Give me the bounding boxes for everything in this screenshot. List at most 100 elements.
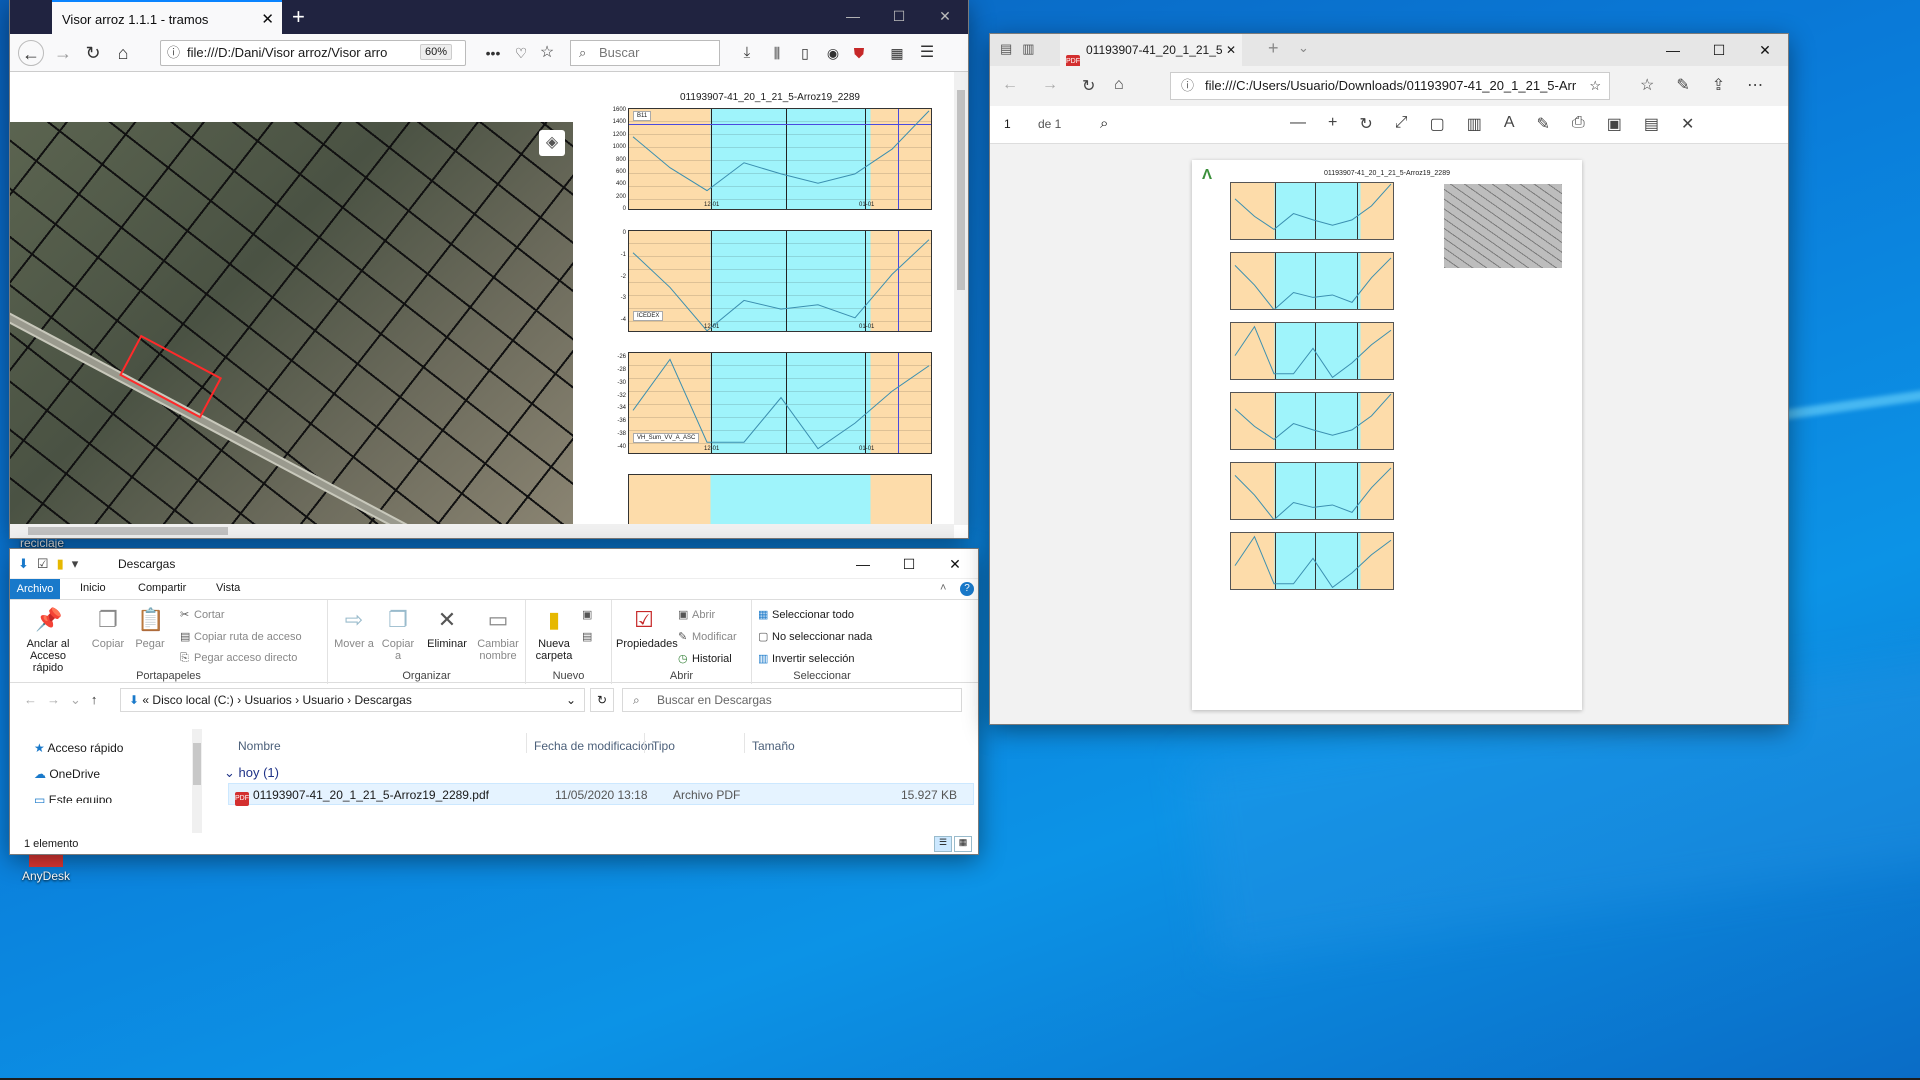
favorite-star-icon[interactable]: ☆: [1589, 73, 1601, 99]
nav-item-onedrive[interactable]: ☁ OneDrive: [34, 767, 100, 781]
history-button[interactable]: ◷ Historial: [678, 652, 732, 665]
close-icon[interactable]: ✕: [1742, 34, 1788, 66]
scroll-thumb[interactable]: [193, 743, 201, 785]
print-icon[interactable]: ⎙: [1572, 114, 1585, 134]
read-aloud-icon[interactable]: A: [1504, 114, 1515, 134]
new-tab-icon[interactable]: +: [292, 4, 305, 30]
paste-shortcut-button[interactable]: ⎘ Pegar acceso directo: [180, 652, 297, 665]
delete-button[interactable]: ✕ Eliminar: [424, 606, 470, 650]
pen-icon[interactable]: ✎: [1676, 75, 1689, 95]
vertical-scrollbar[interactable]: [954, 72, 968, 525]
nav-scrollbar[interactable]: [192, 729, 202, 833]
new-tab-icon[interactable]: +: [1268, 38, 1279, 59]
details-view-icon[interactable]: ☰: [934, 836, 952, 852]
select-all-button[interactable]: ▦ Seleccionar todo: [758, 608, 854, 621]
home-icon[interactable]: ⌂: [1114, 76, 1124, 94]
nav-arrows[interactable]: ←→⌄↑: [24, 692, 107, 708]
share-icon[interactable]: ⇪: [1712, 75, 1725, 95]
cut-button[interactable]: ✂ Cortar: [180, 608, 225, 621]
paste-button[interactable]: 📋 Pegar: [132, 606, 168, 650]
copy-to-button[interactable]: ❐ Copiar a: [378, 606, 418, 662]
column-header-tipo[interactable]: Tipo: [652, 739, 675, 753]
sidebar-icon[interactable]: ▯: [792, 40, 818, 66]
back-icon[interactable]: ←: [18, 40, 44, 66]
move-to-button[interactable]: ⇨ Mover a: [334, 606, 374, 650]
zoom-in-icon[interactable]: +: [1328, 114, 1337, 134]
pocket-icon[interactable]: ♡: [508, 40, 534, 66]
more-icon[interactable]: ⋯: [1747, 75, 1763, 95]
zoom-indicator[interactable]: 60%: [420, 44, 453, 60]
edge-tab[interactable]: PDF 01193907-41_20_1_21_5 ✕: [1060, 34, 1242, 69]
back-icon[interactable]: ←: [1002, 76, 1018, 94]
maximize-icon[interactable]: ☐: [886, 549, 932, 579]
open-button[interactable]: ▣ Abrir: [678, 608, 715, 621]
rotate-icon[interactable]: ↻: [1359, 114, 1372, 134]
tab-inicio[interactable]: Inicio: [80, 582, 106, 594]
zoom-out-icon[interactable]: —: [1290, 114, 1306, 134]
up-icon[interactable]: ↑: [91, 692, 108, 707]
breadcrumb-item[interactable]: Descargas: [355, 693, 412, 707]
scroll-thumb[interactable]: [957, 90, 965, 290]
home-icon[interactable]: ⌂: [110, 40, 136, 66]
close-tab-icon[interactable]: ✕: [1226, 34, 1236, 66]
pin-toolbar-icon[interactable]: ✕: [1681, 114, 1694, 134]
reload-icon[interactable]: ↻: [80, 40, 106, 66]
chevron-down-icon[interactable]: ⌄: [1298, 40, 1309, 56]
rename-button[interactable]: ▭ Cambiar nombre: [474, 606, 522, 662]
large-icons-view-icon[interactable]: ▦: [954, 836, 972, 852]
bookmark-star-icon[interactable]: ☆: [534, 40, 560, 66]
find-icon[interactable]: ⌕: [1100, 115, 1108, 132]
breadcrumb-item[interactable]: Usuarios: [244, 693, 291, 707]
nav-item-este-equipo[interactable]: ▭ Este equipo: [34, 793, 112, 803]
breadcrumb-item[interactable]: Usuario: [302, 693, 343, 707]
new-item-icon[interactable]: ▣: [582, 608, 592, 621]
more-actions-icon[interactable]: •••: [480, 40, 506, 66]
copy-path-button[interactable]: ▤ Copiar ruta de acceso: [180, 630, 302, 643]
account-icon[interactable]: ◉: [820, 40, 846, 66]
column-header-tamano[interactable]: Tamaño: [752, 739, 795, 753]
extensions-icon[interactable]: ▦: [884, 40, 910, 66]
select-none-button[interactable]: ▢ No seleccionar nada: [758, 630, 872, 643]
scroll-thumb[interactable]: [28, 527, 228, 535]
horizontal-scrollbar[interactable]: [10, 524, 954, 538]
save-icon[interactable]: ▣: [1607, 114, 1622, 134]
menu-icon[interactable]: ☰: [914, 40, 940, 66]
column-header-fecha[interactable]: Fecha de modificación: [534, 739, 654, 753]
forward-icon[interactable]: →: [50, 40, 76, 66]
minimize-icon[interactable]: —: [1650, 34, 1696, 66]
maximize-icon[interactable]: ☐: [876, 0, 922, 32]
help-icon[interactable]: ?: [960, 582, 974, 596]
maximize-icon[interactable]: ☐: [1696, 34, 1742, 66]
forward-icon[interactable]: →: [1042, 76, 1058, 94]
search-input[interactable]: ⌕ Buscar en Descargas: [622, 688, 962, 712]
chevron-down-icon[interactable]: ▾: [72, 556, 79, 572]
search-input[interactable]: ⌕ Buscar: [570, 40, 720, 66]
favorites-icon[interactable]: ☆: [1640, 75, 1654, 95]
fit-page-icon[interactable]: ⤢: [1395, 114, 1408, 134]
tab-archivo[interactable]: Archivo: [10, 579, 60, 599]
refresh-icon[interactable]: ↻: [590, 688, 614, 712]
column-header-nombre[interactable]: Nombre: [238, 739, 281, 753]
desktop-icon-reciclaje[interactable]: reciclaje: [20, 536, 64, 550]
download-folder-icon[interactable]: ⬇: [18, 556, 29, 572]
chevron-down-icon[interactable]: ⌄: [566, 689, 576, 711]
url-bar[interactable]: ⓘ file:///C:/Users/Usuario/Downloads/011…: [1170, 72, 1610, 100]
library-icon[interactable]: ⫼: [764, 40, 790, 66]
tab-actions-icons[interactable]: ▤▥: [1000, 41, 1045, 57]
new-folder-icon[interactable]: ▮: [57, 556, 64, 572]
download-icon[interactable]: ⤓: [734, 40, 760, 66]
collapse-ribbon-icon[interactable]: ˄: [940, 582, 946, 594]
minimize-icon[interactable]: —: [830, 0, 876, 32]
page-number-input[interactable]: 1: [1004, 117, 1011, 131]
info-icon[interactable]: ⓘ: [1181, 73, 1194, 99]
tab-vista[interactable]: Vista: [216, 582, 240, 594]
full-screen-icon[interactable]: ▢: [1430, 114, 1445, 134]
firefox-tab[interactable]: Visor arroz 1.1.1 - tramos ✕: [52, 0, 282, 34]
properties-button[interactable]: ☑ Propiedades: [616, 606, 678, 650]
breadcrumb[interactable]: ⬇ « Disco local (C:) › Usuarios › Usuari…: [120, 688, 585, 712]
breadcrumb-item[interactable]: Disco local (C:): [152, 693, 233, 707]
close-icon[interactable]: ✕: [932, 549, 978, 579]
close-tab-icon[interactable]: ✕: [261, 10, 274, 28]
info-icon[interactable]: ⓘ: [167, 41, 180, 65]
properties-icon[interactable]: ☑: [37, 556, 49, 572]
